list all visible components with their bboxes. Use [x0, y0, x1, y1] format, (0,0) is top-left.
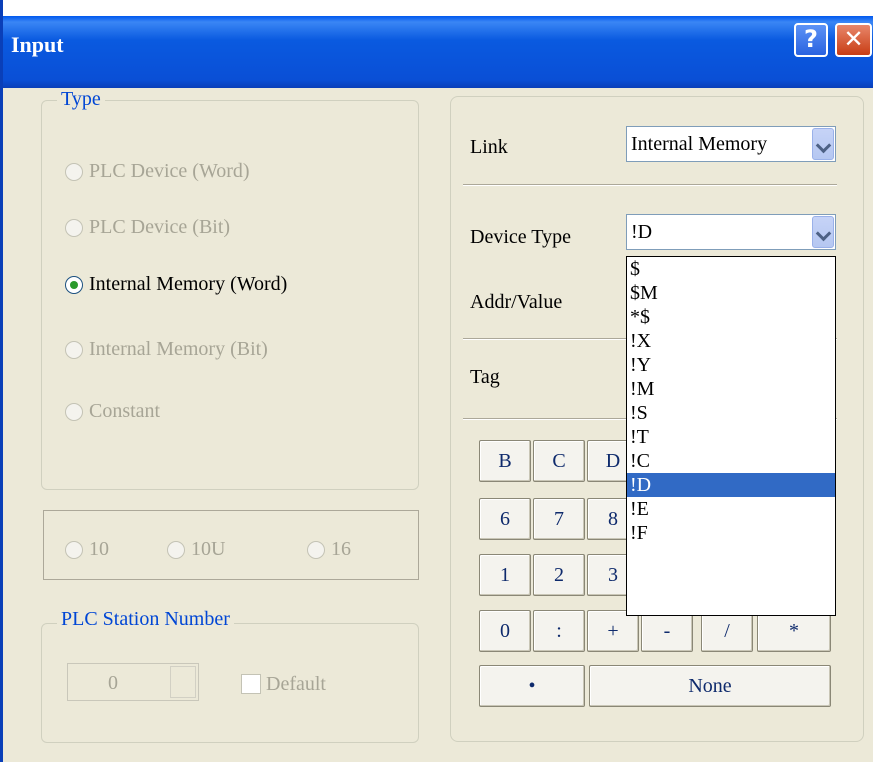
radio-button-icon[interactable] [65, 340, 83, 359]
radio-format-10u[interactable]: 10U [167, 538, 225, 561]
input-dialog: Input ? ✕ Type PLC Device (Word) PLC Dev… [0, 0, 873, 762]
close-button[interactable]: ✕ [835, 23, 872, 57]
radio-internal-memory-word[interactable]: Internal Memory (Word) [65, 273, 287, 296]
addr-value-label: Addr/Value [470, 291, 563, 313]
title-bar[interactable]: Input ? ✕ [3, 0, 873, 88]
device-type-label: Device Type [470, 226, 571, 248]
radio-constant[interactable]: Constant [65, 400, 160, 423]
dropdown-item[interactable]: *$ [627, 305, 835, 329]
key-b[interactable]: B [479, 440, 531, 482]
link-combo-value: Internal Memory [631, 133, 768, 155]
radio-internal-memory-bit[interactable]: Internal Memory (Bit) [65, 338, 268, 361]
type-group-label: Type [57, 88, 105, 111]
none-button[interactable]: None [589, 665, 831, 707]
radio-label: Internal Memory (Word) [89, 273, 288, 295]
radio-label: Internal Memory (Bit) [89, 338, 268, 360]
window-title: Input [11, 32, 64, 57]
tag-label: Tag [470, 366, 500, 388]
dropdown-item[interactable]: !F [627, 521, 835, 545]
radio-label: PLC Device (Bit) [89, 216, 231, 238]
radio-button-icon[interactable] [65, 162, 83, 181]
device-type-combo[interactable]: !D [626, 214, 836, 250]
dropdown-item[interactable]: !X [627, 329, 835, 353]
dropdown-item[interactable]: $M [627, 281, 835, 305]
radio-format-10[interactable]: 10 [65, 538, 109, 561]
radio-plc-device-bit[interactable]: PLC Device (Bit) [65, 216, 230, 239]
key-multiply[interactable]: * [757, 610, 831, 652]
radio-label: Constant [89, 400, 161, 422]
dropdown-item[interactable]: $ [627, 257, 835, 281]
default-checkbox[interactable] [241, 674, 261, 694]
radio-button-icon[interactable] [167, 540, 185, 559]
device-type-dropdown-list[interactable]: $ $M *$ !X !Y !M !S !T !C !D !E !F [626, 256, 836, 616]
key-7[interactable]: 7 [533, 498, 585, 540]
link-combo[interactable]: Internal Memory [626, 126, 836, 162]
key-6[interactable]: 6 [479, 498, 531, 540]
key-0[interactable]: 0 [479, 610, 531, 652]
radio-label: 16 [331, 538, 351, 560]
key-c[interactable]: C [533, 440, 585, 482]
default-checkbox-label: Default [266, 673, 326, 695]
dropdown-item[interactable]: !M [627, 377, 835, 401]
radio-label: PLC Device (Word) [89, 160, 250, 182]
dropdown-item[interactable]: !C [627, 449, 835, 473]
radio-format-16[interactable]: 16 [307, 538, 351, 561]
chevron-down-icon[interactable] [812, 216, 834, 248]
key-colon[interactable]: : [533, 610, 585, 652]
key-divide[interactable]: / [701, 610, 753, 652]
spin-buttons[interactable] [170, 666, 196, 698]
help-button[interactable]: ? [794, 23, 828, 57]
chevron-down-icon[interactable] [812, 128, 834, 160]
dropdown-item[interactable]: !Y [627, 353, 835, 377]
station-number-spinner[interactable]: 0 [67, 663, 199, 701]
radio-button-icon[interactable] [65, 402, 83, 421]
radio-label: 10 [89, 538, 109, 560]
dropdown-item[interactable]: !T [627, 425, 835, 449]
key-1[interactable]: 1 [479, 554, 531, 596]
radio-plc-device-word[interactable]: PLC Device (Word) [65, 160, 250, 183]
station-group-label: PLC Station Number [57, 608, 234, 631]
key-dot[interactable]: • [479, 665, 585, 707]
key-2[interactable]: 2 [533, 554, 585, 596]
radio-button-icon[interactable] [307, 540, 325, 559]
dropdown-item-selected[interactable]: !D [627, 473, 835, 497]
radio-button-icon[interactable] [65, 540, 83, 559]
radio-button-selected-icon[interactable] [65, 275, 83, 294]
radio-button-icon[interactable] [65, 218, 83, 237]
radio-label: 10U [191, 538, 226, 560]
dropdown-item[interactable]: !S [627, 401, 835, 425]
key-plus[interactable]: + [587, 610, 639, 652]
divider [463, 184, 837, 186]
key-minus[interactable]: - [641, 610, 693, 652]
dropdown-item[interactable]: !E [627, 497, 835, 521]
station-number-value: 0 [108, 672, 118, 694]
device-type-combo-value: !D [631, 221, 653, 243]
link-label: Link [470, 136, 508, 158]
